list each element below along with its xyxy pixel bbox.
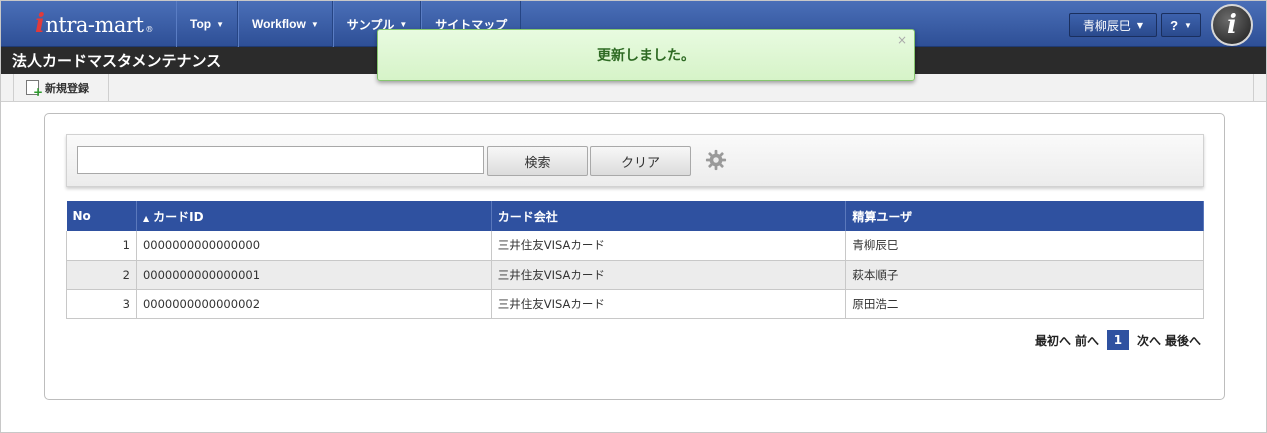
pager-next[interactable]: 次へ: [1137, 332, 1161, 349]
success-toast: 更新しました。 ×: [377, 29, 915, 81]
cell-no: 2: [66, 260, 137, 290]
pager-first[interactable]: 最初へ: [1035, 332, 1071, 349]
column-header-company[interactable]: カード会社: [491, 201, 847, 231]
cell-no: 1: [66, 231, 137, 261]
chevron-down-icon: ▼: [1136, 20, 1144, 30]
new-register-label: 新規登録: [45, 81, 89, 95]
cell-no: 3: [66, 289, 137, 319]
nav-item-workflow[interactable]: Workflow ▼: [238, 1, 333, 47]
table-row[interactable]: 3 0000000000000002 三井住友VISAカード 原田浩二: [66, 289, 1204, 319]
cell-user: 原田浩二: [845, 289, 1204, 319]
column-header-no[interactable]: No: [66, 201, 137, 231]
nav-item-top[interactable]: Top ▼: [176, 1, 239, 47]
search-area: 検索 クリア: [66, 134, 1204, 187]
gear-icon[interactable]: [705, 149, 727, 171]
chevron-down-icon: ▼: [1184, 20, 1192, 30]
search-button-label: 検索: [524, 155, 551, 171]
cell-card-id: 0000000000000002: [136, 289, 492, 319]
chevron-down-icon: ▼: [310, 19, 319, 29]
sort-asc-icon: ▲: [142, 213, 150, 223]
search-input[interactable]: [77, 146, 484, 174]
cell-company: 三井住友VISAカード: [491, 231, 847, 261]
user-name: 青柳辰巳: [1082, 18, 1131, 33]
new-document-icon: [26, 80, 43, 99]
intra-mart-logo[interactable]: i ntra-mart ®: [35, 9, 153, 39]
nav-item-label: Top: [190, 17, 212, 31]
avatar[interactable]: i: [1211, 4, 1253, 46]
search-button[interactable]: 検索: [487, 146, 588, 176]
help-label: ?: [1170, 17, 1179, 33]
cell-card-id: 0000000000000000: [136, 231, 492, 261]
pagination: 最初へ 前へ 1 次へ 最後へ: [1033, 330, 1203, 350]
avatar-letter: i: [1227, 10, 1237, 40]
cell-user: 萩本順子: [845, 260, 1204, 290]
nav-item-label: Workflow: [252, 17, 306, 31]
cell-company: 三井住友VISAカード: [491, 289, 847, 319]
clear-button[interactable]: クリア: [590, 146, 691, 176]
table-row[interactable]: 2 0000000000000001 三井住友VISAカード 萩本順子: [66, 260, 1204, 290]
column-header-card-id[interactable]: ▲ カードID: [136, 201, 492, 231]
toast-message: 更新しました。: [597, 48, 695, 64]
table-header-row: No ▲ カードID カード会社 精算ユーザ: [66, 201, 1204, 231]
chevron-down-icon: ▼: [399, 19, 408, 29]
column-header-label: 精算ユーザ: [852, 209, 913, 224]
column-header-user[interactable]: 精算ユーザ: [845, 201, 1204, 231]
pager-last[interactable]: 最後へ: [1165, 332, 1201, 349]
cell-company: 三井住友VISAカード: [491, 260, 847, 290]
chevron-down-icon: ▼: [216, 19, 225, 29]
pager-prev[interactable]: 前へ: [1075, 332, 1099, 349]
column-header-label: カード会社: [497, 209, 558, 224]
column-header-label: カードID: [153, 209, 204, 224]
logo-i: i: [35, 9, 45, 39]
content-panel: 検索 クリア No ▲ カードID カード会社 精算ユーザ 1 00000000…: [44, 113, 1225, 400]
logo-text: ntra-mart: [45, 13, 144, 37]
help-menu-button[interactable]: ? ▼: [1161, 13, 1201, 37]
cell-user: 青柳辰巳: [845, 231, 1204, 261]
column-header-label: No: [72, 209, 91, 223]
new-register-button[interactable]: 新規登録: [13, 74, 109, 101]
toolbar-divider: [1253, 74, 1254, 101]
table-row[interactable]: 1 0000000000000000 三井住友VISAカード 青柳辰巳: [66, 231, 1204, 261]
card-table: No ▲ カードID カード会社 精算ユーザ 1 0000000000000000…: [66, 201, 1204, 319]
pager-current-page[interactable]: 1: [1106, 330, 1129, 350]
cell-card-id: 0000000000000001: [136, 260, 492, 290]
clear-button-label: クリア: [620, 155, 660, 171]
user-menu-button[interactable]: 青柳辰巳 ▼: [1069, 13, 1157, 37]
logo-registered-mark: ®: [145, 25, 153, 34]
close-icon[interactable]: ×: [897, 33, 907, 47]
page-title: 法人カードマスタメンテナンス: [12, 52, 222, 70]
